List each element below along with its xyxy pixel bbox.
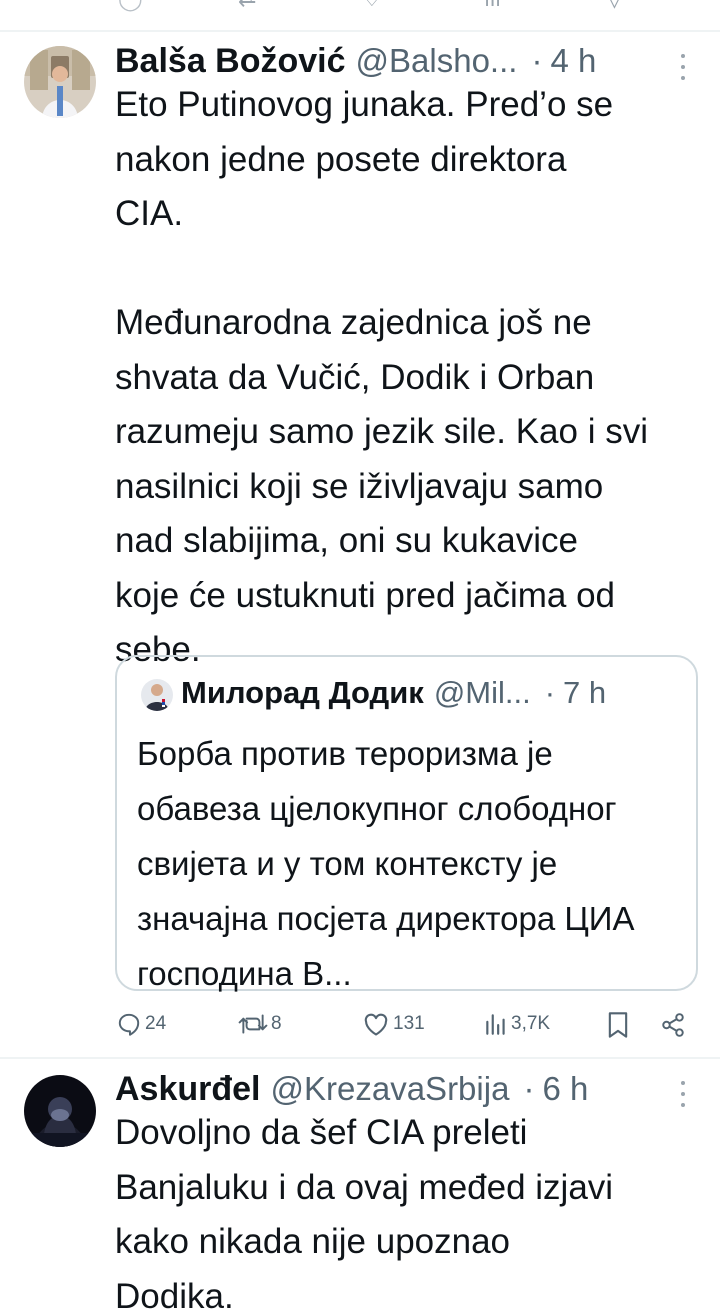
separator-dot: · <box>544 675 556 710</box>
reply-icon <box>118 1013 140 1036</box>
bookmark-button[interactable] <box>606 1011 630 1039</box>
retweet-icon[interactable]: ⇄ <box>238 0 256 12</box>
quoted-tweet[interactable]: Милорад Додик @Mil... · 7 h Борба против… <box>115 655 698 992</box>
separator-dot: · <box>531 42 543 79</box>
previous-tweet-action-bar: ◯ ⇄ ♡ ılı ▽ <box>0 0 720 32</box>
tweet-text: Dovoljno da šef CIA preleti Banjaluku i … <box>115 1113 614 1314</box>
tweet-text: Eto Putinovog junaka. Pred’o se nakon je… <box>115 85 648 669</box>
timestamp[interactable]: 4 h <box>550 42 596 80</box>
quoted-tweet-header: Милорад Додик @Mil... · 7 h <box>181 675 606 711</box>
like-button[interactable]: 131 <box>362 1011 425 1037</box>
more-options-icon[interactable] <box>679 54 687 80</box>
quoted-author-name: Милорад Додик <box>181 675 424 710</box>
quoted-timestamp: 7 h <box>563 675 607 710</box>
tweet-header: Balša Božović @Balsho... · 4 h <box>115 42 596 81</box>
timestamp[interactable]: 6 h <box>542 1070 588 1108</box>
retweet-icon <box>238 1014 268 1034</box>
tweet-divider <box>0 30 720 32</box>
reply-count: 24 <box>145 1013 167 1034</box>
tweet-header: Askurđel @KrezavaSrbija · 6 h <box>115 1070 588 1109</box>
bookmark-icon[interactable]: ▽ <box>606 0 623 12</box>
separator-dot: · <box>523 1070 535 1107</box>
author-name[interactable]: Askurđel <box>115 1070 261 1109</box>
tweet-action-bar: 24 8 131 3,7K <box>0 1005 720 1049</box>
quoted-tweet-text: Борба против тероризма је обавеза цјелок… <box>137 735 635 992</box>
like-count: 131 <box>393 1013 425 1034</box>
quoted-author-handle: @Mil... <box>433 675 531 710</box>
author-handle[interactable]: @KrezavaSrbija <box>271 1070 510 1108</box>
views-button[interactable]: 3,7K <box>484 1011 550 1037</box>
avatar[interactable] <box>24 46 96 118</box>
retweet-count: 8 <box>271 1013 282 1034</box>
avatar[interactable] <box>24 1075 96 1147</box>
reply-icon[interactable]: ◯ <box>118 0 143 12</box>
author-handle[interactable]: @Balsho... <box>356 42 518 80</box>
reply-button[interactable]: 24 <box>116 1011 166 1037</box>
bookmark-icon <box>608 1012 628 1038</box>
share-icon <box>662 1013 684 1037</box>
like-icon <box>364 1013 388 1036</box>
tweet-divider <box>0 1057 720 1059</box>
view-count: 3,7K <box>511 1013 551 1034</box>
views-icon <box>486 1014 505 1035</box>
views-icon[interactable]: ılı <box>484 0 501 12</box>
retweet-button[interactable]: 8 <box>238 1011 282 1037</box>
more-options-icon[interactable] <box>679 1081 687 1107</box>
share-button[interactable] <box>660 1011 686 1039</box>
like-icon[interactable]: ♡ <box>362 0 382 12</box>
author-name[interactable]: Balša Božović <box>115 42 346 81</box>
quoted-avatar <box>141 679 173 711</box>
